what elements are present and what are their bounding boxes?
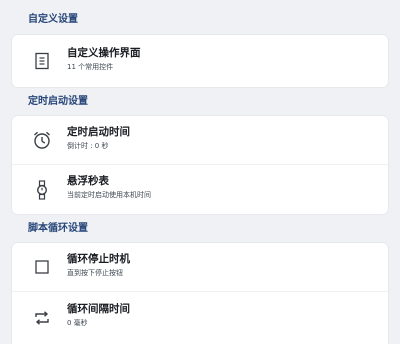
setting-subtitle: 0 毫秒	[67, 319, 88, 327]
settings-card-loop: 循环停止时机 直到按下停止按钮 循环间隔时间 0 毫秒	[12, 243, 388, 344]
setting-subtitle: 直到按下停止按钮	[67, 269, 123, 277]
section-header-timer: 定时启动设置	[28, 96, 88, 107]
setting-title: 定时启动时间	[67, 126, 130, 138]
section-header-loop: 脚本循环设置	[28, 223, 88, 234]
alarm-clock-icon	[32, 130, 52, 150]
repeat-icon	[32, 308, 52, 328]
watch-icon	[32, 179, 52, 200]
list-panel-icon	[32, 51, 52, 71]
setting-subtitle: 当前定时启动使用本机时间	[67, 191, 151, 199]
setting-subtitle: 11 个常用控件	[67, 63, 114, 71]
settings-page: 自定义设置 自定义操作界面 11 个常用控件 定时启动设置 定时启动时间 倒计时…	[0, 0, 400, 344]
square-icon	[32, 257, 52, 277]
setting-loop-stop[interactable]: 循环停止时机 直到按下停止按钮	[12, 243, 388, 291]
setting-title: 自定义操作界面	[67, 47, 141, 59]
setting-title: 循环停止时机	[67, 253, 130, 265]
setting-loop-interval[interactable]: 循环间隔时间 0 毫秒	[12, 292, 388, 344]
setting-floating-stopwatch[interactable]: 悬浮秒表 当前定时启动使用本机时间	[12, 165, 388, 214]
setting-subtitle: 倒计时 : 0 秒	[67, 142, 109, 150]
setting-title: 悬浮秒表	[67, 175, 109, 187]
setting-title: 循环间隔时间	[67, 303, 130, 315]
setting-custom-ui[interactable]: 自定义操作界面 11 个常用控件	[12, 35, 388, 87]
settings-card-timer: 定时启动时间 倒计时 : 0 秒 悬浮秒表 当前定时启动使用本机时间	[12, 116, 388, 214]
section-header-custom: 自定义设置	[28, 14, 78, 25]
settings-card-custom: 自定义操作界面 11 个常用控件	[12, 35, 388, 87]
setting-start-time[interactable]: 定时启动时间 倒计时 : 0 秒	[12, 116, 388, 164]
